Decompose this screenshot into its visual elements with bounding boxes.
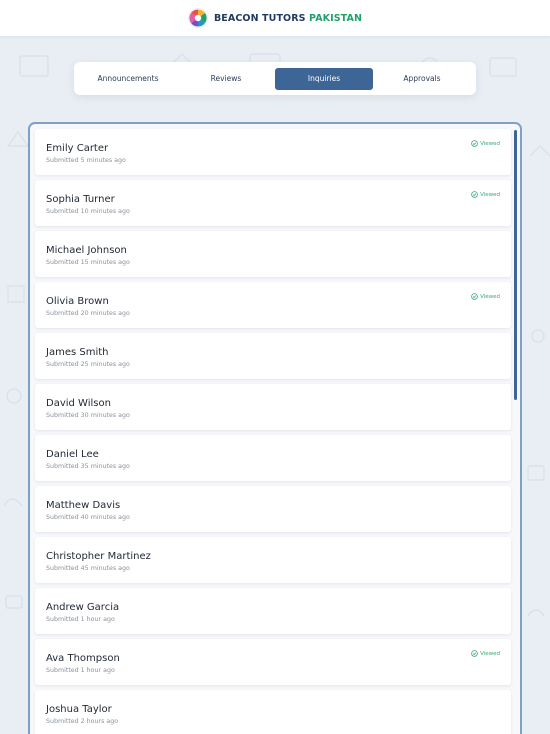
inquiry-submitted: Submitted 35 minutes ago <box>46 463 130 470</box>
inquiry-card[interactable]: David Wilson Submitted 30 minutes ago <box>35 384 511 430</box>
viewed-badge: Viewed <box>471 293 500 300</box>
brand-name-accent: PAKISTAN <box>309 12 363 24</box>
inquiry-name: Christopher Martinez <box>46 551 151 562</box>
inquiry-name: James Smith <box>46 347 109 358</box>
inquiry-card[interactable]: Ava Thompson Submitted 1 hour ago Viewed <box>35 639 511 685</box>
inquiry-submitted: Submitted 5 minutes ago <box>46 157 126 164</box>
tab-bar: Announcements Reviews Inquiries Approval… <box>74 62 476 95</box>
viewed-label: Viewed <box>480 191 500 198</box>
inquiry-card[interactable]: James Smith Submitted 25 minutes ago <box>35 333 511 379</box>
inquiry-submitted: Submitted 40 minutes ago <box>46 514 130 521</box>
inquiry-name: Michael Johnson <box>46 245 127 256</box>
viewed-label: Viewed <box>480 140 500 147</box>
inquiry-card[interactable]: Andrew Garcia Submitted 1 hour ago <box>35 588 511 634</box>
inquiry-card[interactable]: Daniel Lee Submitted 35 minutes ago <box>35 435 511 481</box>
scrollbar[interactable] <box>514 130 517 400</box>
inquiry-name: Matthew Davis <box>46 500 121 511</box>
inquiry-submitted: Submitted 15 minutes ago <box>46 259 130 266</box>
tab-announcements[interactable]: Announcements <box>79 68 177 90</box>
inquiries-panel: Emily Carter Submitted 5 minutes ago Vie… <box>28 122 522 734</box>
inquiry-list: Emily Carter Submitted 5 minutes ago Vie… <box>35 129 511 734</box>
tab-reviews[interactable]: Reviews <box>177 68 275 90</box>
viewed-badge: Viewed <box>471 140 500 147</box>
inquiry-submitted: Submitted 30 minutes ago <box>46 412 130 419</box>
inquiry-name: Daniel Lee <box>46 449 99 460</box>
inquiry-name: Sophia Turner <box>46 194 115 205</box>
inquiry-card[interactable]: Olivia Brown Submitted 20 minutes ago Vi… <box>35 282 511 328</box>
inquiry-submitted: Submitted 1 hour ago <box>46 616 115 623</box>
brand-name: BEACON TUTORS <box>213 12 306 24</box>
viewed-badge: Viewed <box>471 191 500 198</box>
brand[interactable]: BEACON TUTORS PAKISTAN <box>188 8 362 28</box>
inquiry-name: Emily Carter <box>46 143 109 154</box>
tab-inquiries[interactable]: Inquiries <box>275 67 373 90</box>
inquiry-submitted: Submitted 45 minutes ago <box>46 565 130 572</box>
inquiry-card[interactable]: Michael Johnson Submitted 15 minutes ago <box>35 231 511 277</box>
inquiry-card[interactable]: Emily Carter Submitted 5 minutes ago Vie… <box>35 129 511 175</box>
inquiry-name: Ava Thompson <box>46 653 120 664</box>
viewed-check-icon <box>471 650 478 657</box>
inquiry-name: Olivia Brown <box>46 296 109 307</box>
inquiry-submitted: Submitted 20 minutes ago <box>46 310 130 317</box>
inquiry-submitted: Submitted 25 minutes ago <box>46 361 130 368</box>
inquiry-card[interactable]: Christopher Martinez Submitted 45 minute… <box>35 537 511 583</box>
inquiry-submitted: Submitted 1 hour ago <box>46 667 115 674</box>
viewed-check-icon <box>471 140 478 147</box>
inquiry-submitted: Submitted 2 hours ago <box>46 718 119 725</box>
viewed-check-icon <box>471 191 478 198</box>
app-header: BEACON TUTORS PAKISTAN <box>0 0 550 36</box>
viewed-check-icon <box>471 293 478 300</box>
inquiry-name: David Wilson <box>46 398 111 409</box>
inquiry-name: Andrew Garcia <box>46 602 120 613</box>
viewed-badge: Viewed <box>471 650 500 657</box>
inquiry-name: Joshua Taylor <box>46 704 112 715</box>
inquiry-card[interactable]: Matthew Davis Submitted 40 minutes ago <box>35 486 511 532</box>
inquiry-submitted: Submitted 10 minutes ago <box>46 208 130 215</box>
inquiry-card[interactable]: Sophia Turner Submitted 10 minutes ago V… <box>35 180 511 226</box>
viewed-label: Viewed <box>480 650 500 657</box>
viewed-label: Viewed <box>480 293 500 300</box>
tab-approvals[interactable]: Approvals <box>373 68 471 90</box>
inquiry-card[interactable]: Joshua Taylor Submitted 2 hours ago <box>35 690 511 734</box>
logo-icon <box>188 8 208 28</box>
